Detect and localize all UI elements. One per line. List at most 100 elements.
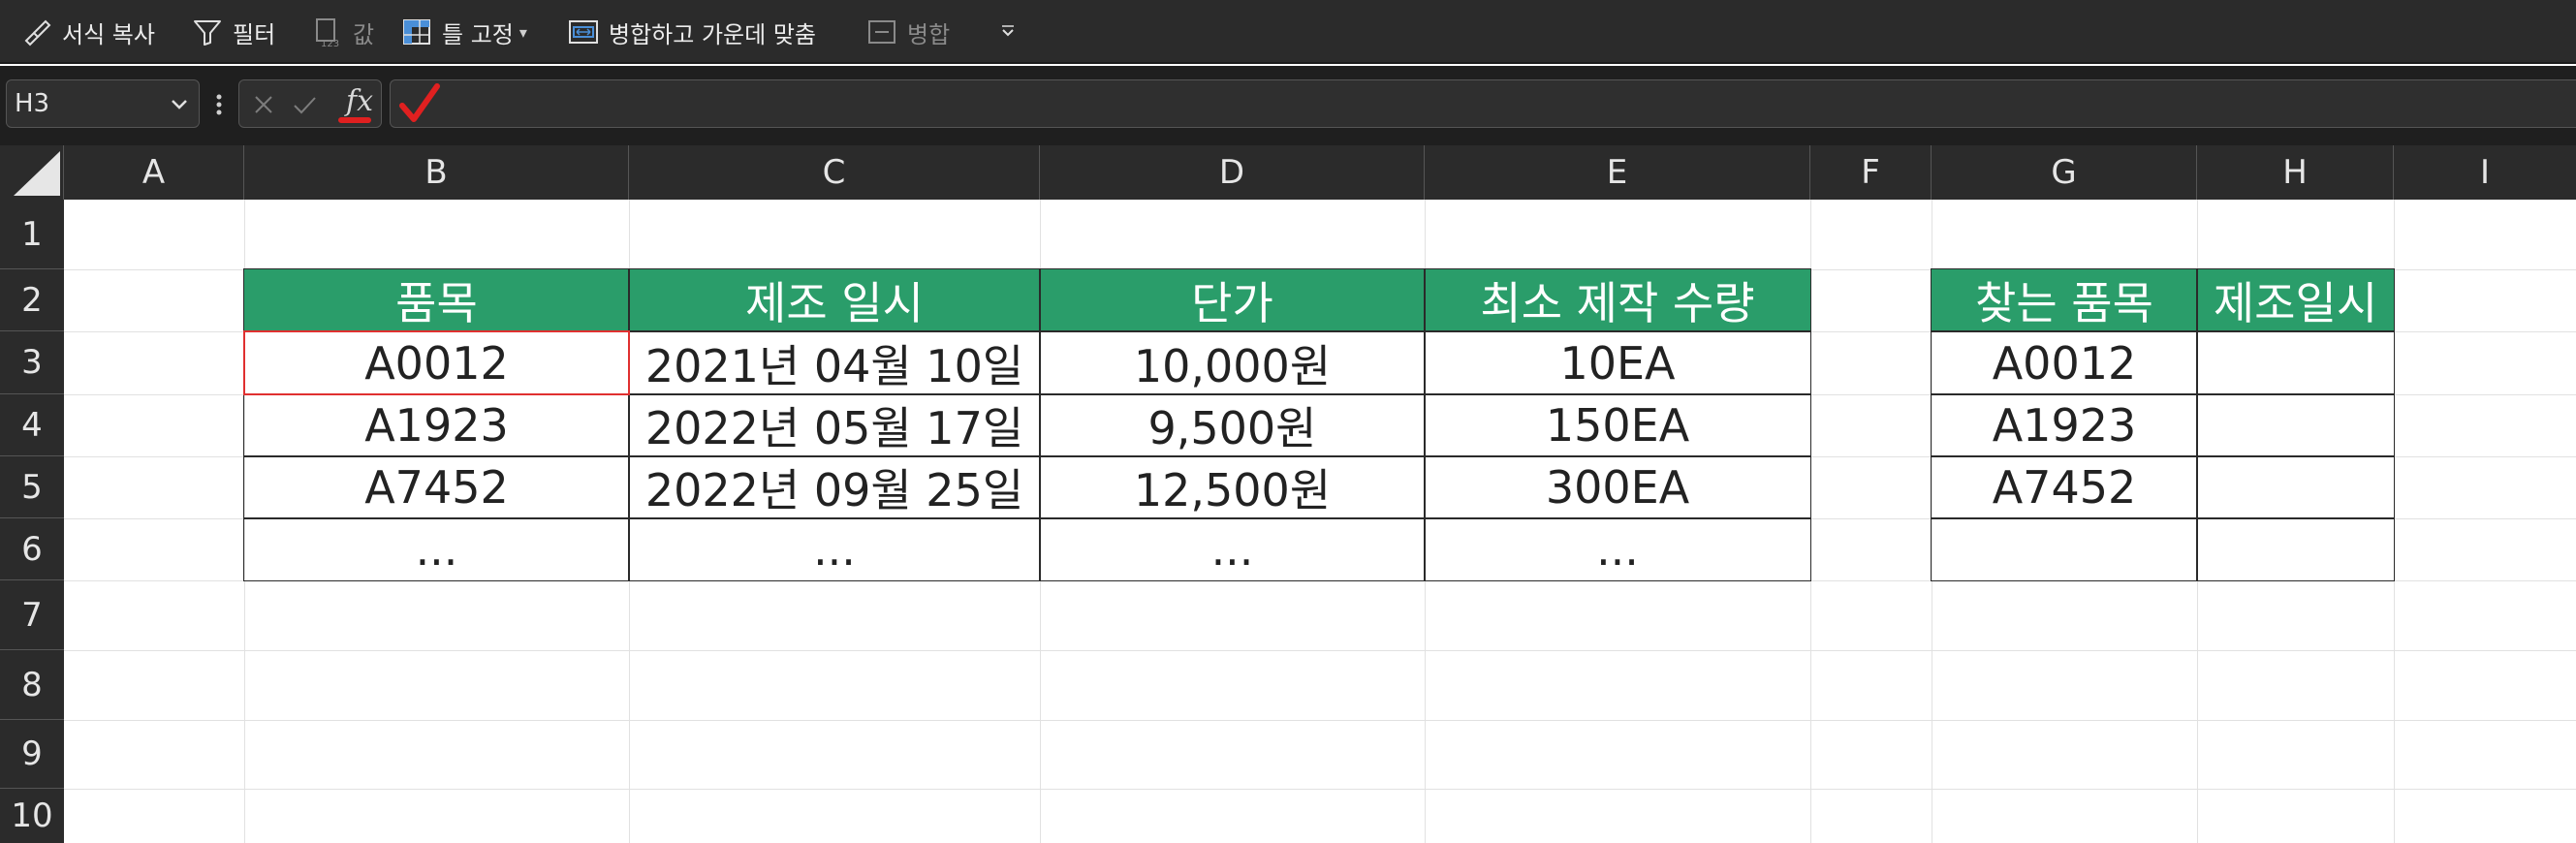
merge-center-icon — [564, 13, 603, 51]
chevron-down-icon[interactable] — [168, 88, 191, 126]
table2-cell[interactable]: A7452 — [1932, 456, 2197, 518]
table1-cell[interactable]: A7452 — [244, 456, 629, 518]
table2-cell[interactable] — [2197, 456, 2394, 518]
table2-cell[interactable] — [2197, 518, 2394, 580]
freeze-panes-icon — [397, 13, 436, 51]
gridline — [1810, 200, 1811, 843]
ribbon-toolbar: 서식 복사 필터 123 값 틀 고정 ▾ 병합하고 가운데 맞춤 병합 — [0, 0, 2576, 64]
filter-label: 필터 — [233, 20, 276, 48]
column-header-b[interactable]: B — [244, 145, 629, 200]
column-header-e[interactable]: E — [1425, 145, 1810, 200]
column-header-i[interactable]: I — [2394, 145, 2576, 200]
row-header-10[interactable]: 10 — [0, 789, 64, 843]
gridline — [64, 789, 2576, 790]
column-header-c[interactable]: C — [629, 145, 1040, 200]
more-vertical-icon[interactable] — [215, 87, 223, 122]
merge-icon — [863, 13, 901, 51]
paste-values-icon: 123 — [308, 13, 347, 51]
table1-cell[interactable]: 2022년 09월 25일 — [629, 456, 1040, 518]
table1-cell[interactable]: 2021년 04월 10일 — [629, 331, 1040, 394]
row-header-7[interactable]: 7 — [0, 580, 64, 650]
table1-border — [244, 393, 1810, 395]
annotation-check-icon — [398, 82, 441, 131]
enter-check-icon[interactable] — [290, 90, 319, 119]
name-box-value: H3 — [15, 89, 50, 118]
table1-cell[interactable]: ... — [1040, 518, 1425, 580]
table2-cell[interactable]: A0012 — [1932, 331, 2197, 394]
merge-label: 병합 — [907, 20, 951, 48]
formula-tools: fx — [238, 79, 382, 128]
merge-center-button[interactable]: 병합하고 가운데 맞춤 — [564, 0, 816, 64]
table1-header-item[interactable]: 품목 — [244, 269, 629, 331]
table1-border — [1039, 269, 1041, 580]
formula-input[interactable] — [390, 79, 2576, 128]
merge-button[interactable]: 병합 — [863, 0, 950, 64]
table1-cell[interactable]: ... — [244, 518, 629, 580]
table1-header-price[interactable]: 단가 — [1040, 269, 1425, 331]
paste-values-button[interactable]: 123 값 — [308, 0, 374, 64]
column-header-f[interactable]: F — [1810, 145, 1932, 200]
table1-cell[interactable]: ... — [629, 518, 1040, 580]
table1-cell[interactable]: 12,500원 — [1040, 456, 1425, 518]
row-header-1[interactable]: 1 — [0, 200, 64, 269]
row-header-4[interactable]: 4 — [0, 394, 64, 456]
gridline — [64, 580, 2576, 581]
name-box[interactable]: H3 — [6, 79, 200, 128]
table2-border — [1932, 455, 2394, 457]
table2-header-search-item[interactable]: 찾는 품목 — [1932, 269, 2197, 331]
table2-cell[interactable] — [1932, 518, 2197, 580]
table1-border — [244, 330, 1810, 332]
annotation-underline — [338, 117, 371, 123]
table1-cell[interactable]: A0012 — [244, 331, 629, 394]
table2-border — [2196, 269, 2198, 580]
gridline — [2394, 200, 2395, 843]
table1-cell[interactable]: 10,000원 — [1040, 331, 1425, 394]
table1-border — [1424, 269, 1426, 580]
column-header-d[interactable]: D — [1040, 145, 1425, 200]
table1-border — [628, 269, 630, 580]
table2-cell[interactable] — [2197, 331, 2394, 394]
table1-header-min-qty[interactable]: 최소 제작 수량 — [1425, 269, 1810, 331]
gridline — [64, 650, 2576, 651]
row-header-2[interactable]: 2 — [0, 269, 64, 331]
freeze-panes-button[interactable]: 틀 고정 ▾ — [397, 0, 527, 64]
select-all-corner[interactable] — [0, 145, 64, 200]
table2-header-date[interactable]: 제조일시 — [2197, 269, 2394, 331]
table2-border — [1932, 330, 2394, 332]
freeze-panes-label: 틀 고정 — [442, 20, 514, 48]
overflow-chevron-icon — [989, 13, 1027, 51]
filter-icon — [188, 13, 227, 51]
insert-function-button[interactable]: fx — [346, 84, 373, 118]
row-header-5[interactable]: 5 — [0, 456, 64, 518]
table1-cell[interactable]: A1923 — [244, 394, 629, 456]
format-painter-label: 서식 복사 — [62, 20, 155, 48]
paste-values-label: 값 — [353, 20, 375, 48]
table2-cell[interactable] — [2197, 394, 2394, 456]
row-header-3[interactable]: 3 — [0, 331, 64, 394]
table1-cell[interactable]: ... — [1425, 518, 1810, 580]
table1-cell[interactable]: 2022년 05월 17일 — [629, 394, 1040, 456]
table1-cell[interactable]: 150EA — [1425, 394, 1810, 456]
brush-icon — [17, 13, 56, 51]
row-header-8[interactable]: 8 — [0, 650, 64, 720]
table1-cell[interactable]: 9,500원 — [1040, 394, 1425, 456]
table2-border — [1932, 517, 2394, 519]
svg-text:123: 123 — [321, 39, 339, 48]
format-painter-button[interactable]: 서식 복사 — [17, 0, 155, 64]
filter-button[interactable]: 필터 — [188, 0, 275, 64]
table1-border — [244, 455, 1810, 457]
table1-cell[interactable]: 300EA — [1425, 456, 1810, 518]
table1-border — [244, 517, 1810, 519]
table2-cell[interactable]: A1923 — [1932, 394, 2197, 456]
formula-bar: H3 fx — [0, 66, 2576, 145]
column-header-g[interactable]: G — [1932, 145, 2197, 200]
row-header-9[interactable]: 9 — [0, 720, 64, 789]
merge-center-label: 병합하고 가운데 맞춤 — [609, 20, 816, 48]
table1-cell[interactable]: 10EA — [1425, 331, 1810, 394]
more-options-button[interactable] — [989, 0, 1033, 64]
cancel-icon[interactable] — [249, 90, 278, 119]
column-header-h[interactable]: H — [2197, 145, 2394, 200]
table1-header-date[interactable]: 제조 일시 — [629, 269, 1040, 331]
row-header-6[interactable]: 6 — [0, 518, 64, 580]
column-header-a[interactable]: A — [64, 145, 244, 200]
